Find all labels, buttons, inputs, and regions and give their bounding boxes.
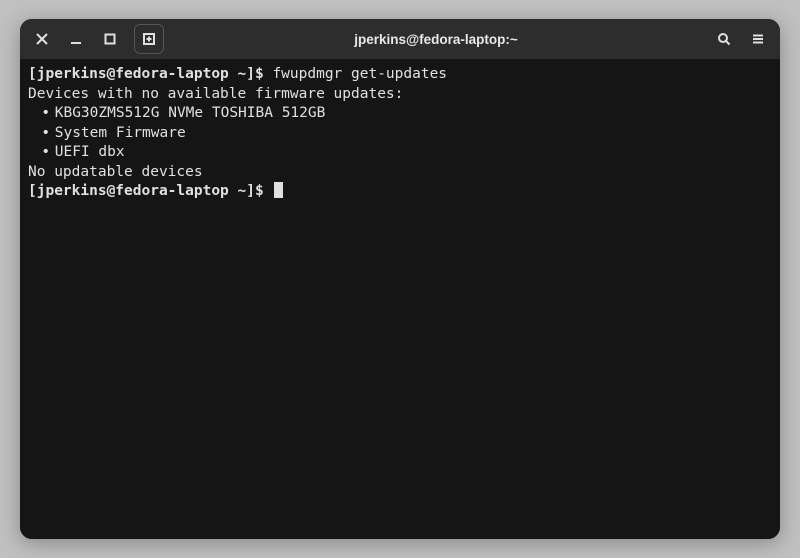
shell-prompt: [jperkins@fedora-laptop ~]$: [28, 66, 264, 82]
command-text: fwupdmgr get-updates: [272, 66, 447, 82]
device-item: KBG30ZMS512G NVMe TOSHIBA 512GB: [55, 105, 326, 121]
hamburger-icon: [751, 32, 765, 46]
device-item: UEFI dbx: [55, 144, 125, 160]
minimize-button[interactable]: [60, 23, 92, 55]
bullet-icon: •: [37, 104, 55, 124]
window-title: jperkins@fedora-laptop:~: [164, 32, 708, 47]
new-tab-button[interactable]: [134, 24, 164, 54]
titlebar-left: [26, 23, 164, 55]
output-footer: No updatable devices: [28, 163, 772, 183]
titlebar: jperkins@fedora-laptop:~: [20, 19, 780, 59]
bullet-icon: •: [37, 143, 55, 163]
bullet-icon: •: [37, 124, 55, 144]
cursor-icon: [274, 182, 283, 198]
search-button[interactable]: [708, 23, 740, 55]
device-item: System Firmware: [55, 125, 186, 141]
titlebar-right: [708, 23, 774, 55]
terminal-window: jperkins@fedora-laptop:~ [jperkins@fedor…: [20, 19, 780, 539]
search-icon: [717, 32, 731, 46]
close-button[interactable]: [26, 23, 58, 55]
shell-prompt: [jperkins@fedora-laptop ~]$: [28, 183, 264, 199]
maximize-icon: [103, 32, 117, 46]
close-icon: [35, 32, 49, 46]
terminal-output[interactable]: [jperkins@fedora-laptop ~]$ fwupdmgr get…: [20, 59, 780, 539]
menu-button[interactable]: [742, 23, 774, 55]
new-tab-icon: [142, 32, 156, 46]
output-header: Devices with no available firmware updat…: [28, 85, 772, 105]
maximize-button[interactable]: [94, 23, 126, 55]
minimize-icon: [69, 32, 83, 46]
